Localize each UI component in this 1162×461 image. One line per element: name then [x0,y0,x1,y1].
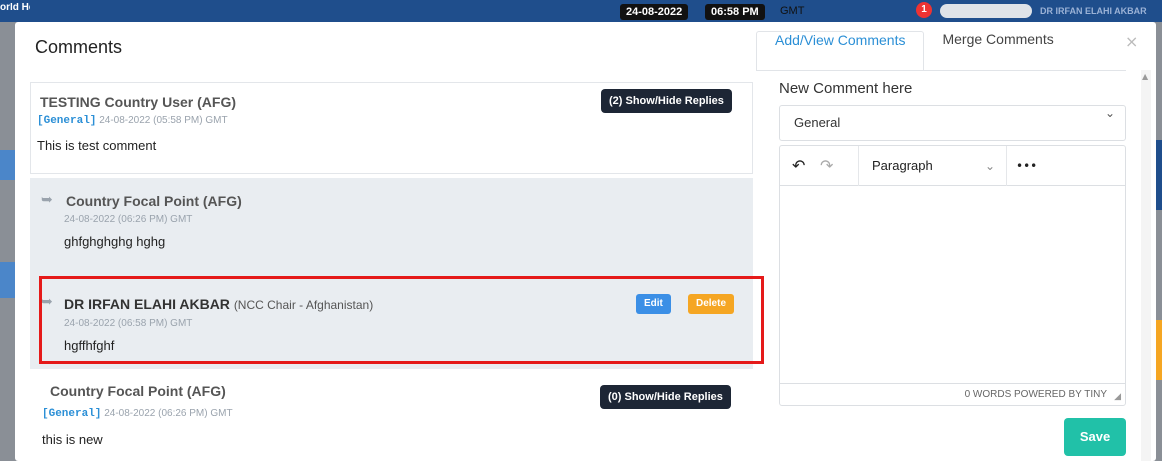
comment-text: this is new [42,432,103,447]
category-select[interactable]: General ⌄ [779,105,1126,141]
tab-add-view-comments[interactable]: Add/View Comments [756,31,925,71]
rich-text-editor: ↶ ↷ Paragraph ⌄ ••• 0 WORDS POWERED BY T… [779,145,1126,406]
reply-timestamp: 24-08-2022 (06:26 PM) GMT [64,214,193,225]
modal-title: Comments [35,37,123,57]
toolbar-separator [858,146,859,186]
date-badge: 24-08-2022 [620,4,689,20]
comment-author: Country Focal Point (AFG) [50,383,226,399]
org-logo-text: orld Health Org [0,3,30,12]
tab-merge-comments[interactable]: Merge Comments [924,31,1071,71]
comment-timestamp: 24-08-2022 (05:58 PM) GMT [99,115,228,126]
comment-meta: [General] 24-08-2022 (05:58 PM) GMT [37,115,228,127]
toolbar-separator [1006,146,1007,186]
show-hide-replies-button[interactable]: (2) Show/Hide Replies [601,89,732,113]
tab-divider [756,70,1126,71]
timezone-label: GMT [780,5,805,17]
more-options-icon[interactable]: ••• [1016,153,1037,179]
editor-status-bar: 0 WORDS POWERED BY TINY [780,383,1125,405]
comment-timestamp: 24-08-2022 (06:26 PM) GMT [104,408,233,419]
user-name: DR IRFAN ELAHI AKBAR [1040,6,1147,16]
comment-meta: [General] 24-08-2022 (06:26 PM) GMT [42,408,233,420]
comment-tag: [General] [42,408,102,420]
comment-editor-panel: New Comment here General ⌄ ↶ ↷ Paragraph… [779,78,1126,461]
time-badge: 06:58 PM [705,4,765,20]
save-button[interactable]: Save [1064,418,1126,456]
paragraph-select[interactable]: Paragraph [872,153,933,179]
user-menu[interactable] [940,4,1032,18]
new-comment-label: New Comment here [779,80,913,97]
selected-reply-highlight [39,276,764,364]
comment-card: Country Focal Point (AFG) [General] 24-0… [30,377,753,461]
comment-author: TESTING Country User (AFG) [40,94,237,110]
redo-icon[interactable]: ↷ [820,153,833,179]
comment-text: This is test comment [37,138,157,153]
comment-card: TESTING Country User (AFG) [General] 24-… [30,82,753,174]
undo-icon[interactable]: ↶ [792,153,805,179]
comments-modal: Comments × Add/View Comments Merge Comme… [15,22,1156,461]
scrollbar[interactable] [1141,70,1151,461]
comment-tag: [General] [37,115,97,127]
scroll-up-icon[interactable]: ▲ [1142,72,1148,81]
show-hide-replies-button[interactable]: (0) Show/Hide Replies [600,385,731,409]
resize-handle-icon[interactable]: ◢ [1114,392,1121,402]
reply-text: ghfghghghg hghg [64,234,166,249]
notification-badge[interactable]: 1 [916,2,932,18]
category-selected-value: General [794,115,841,130]
comments-list: TESTING Country User (AFG) [General] 24-… [30,82,753,461]
tab-bar: Add/View Comments Merge Comments [756,31,1072,71]
reply-arrow-icon: ➥ [41,192,53,208]
chevron-down-icon: ⌄ [1104,106,1115,120]
editor-toolbar: ↶ ↷ Paragraph ⌄ ••• [780,146,1125,186]
chevron-down-icon[interactable]: ⌄ [985,153,995,179]
reply-author: Country Focal Point (AFG) [66,193,242,209]
close-icon[interactable]: × [1125,32,1138,51]
editor-content-area[interactable] [780,187,1125,383]
